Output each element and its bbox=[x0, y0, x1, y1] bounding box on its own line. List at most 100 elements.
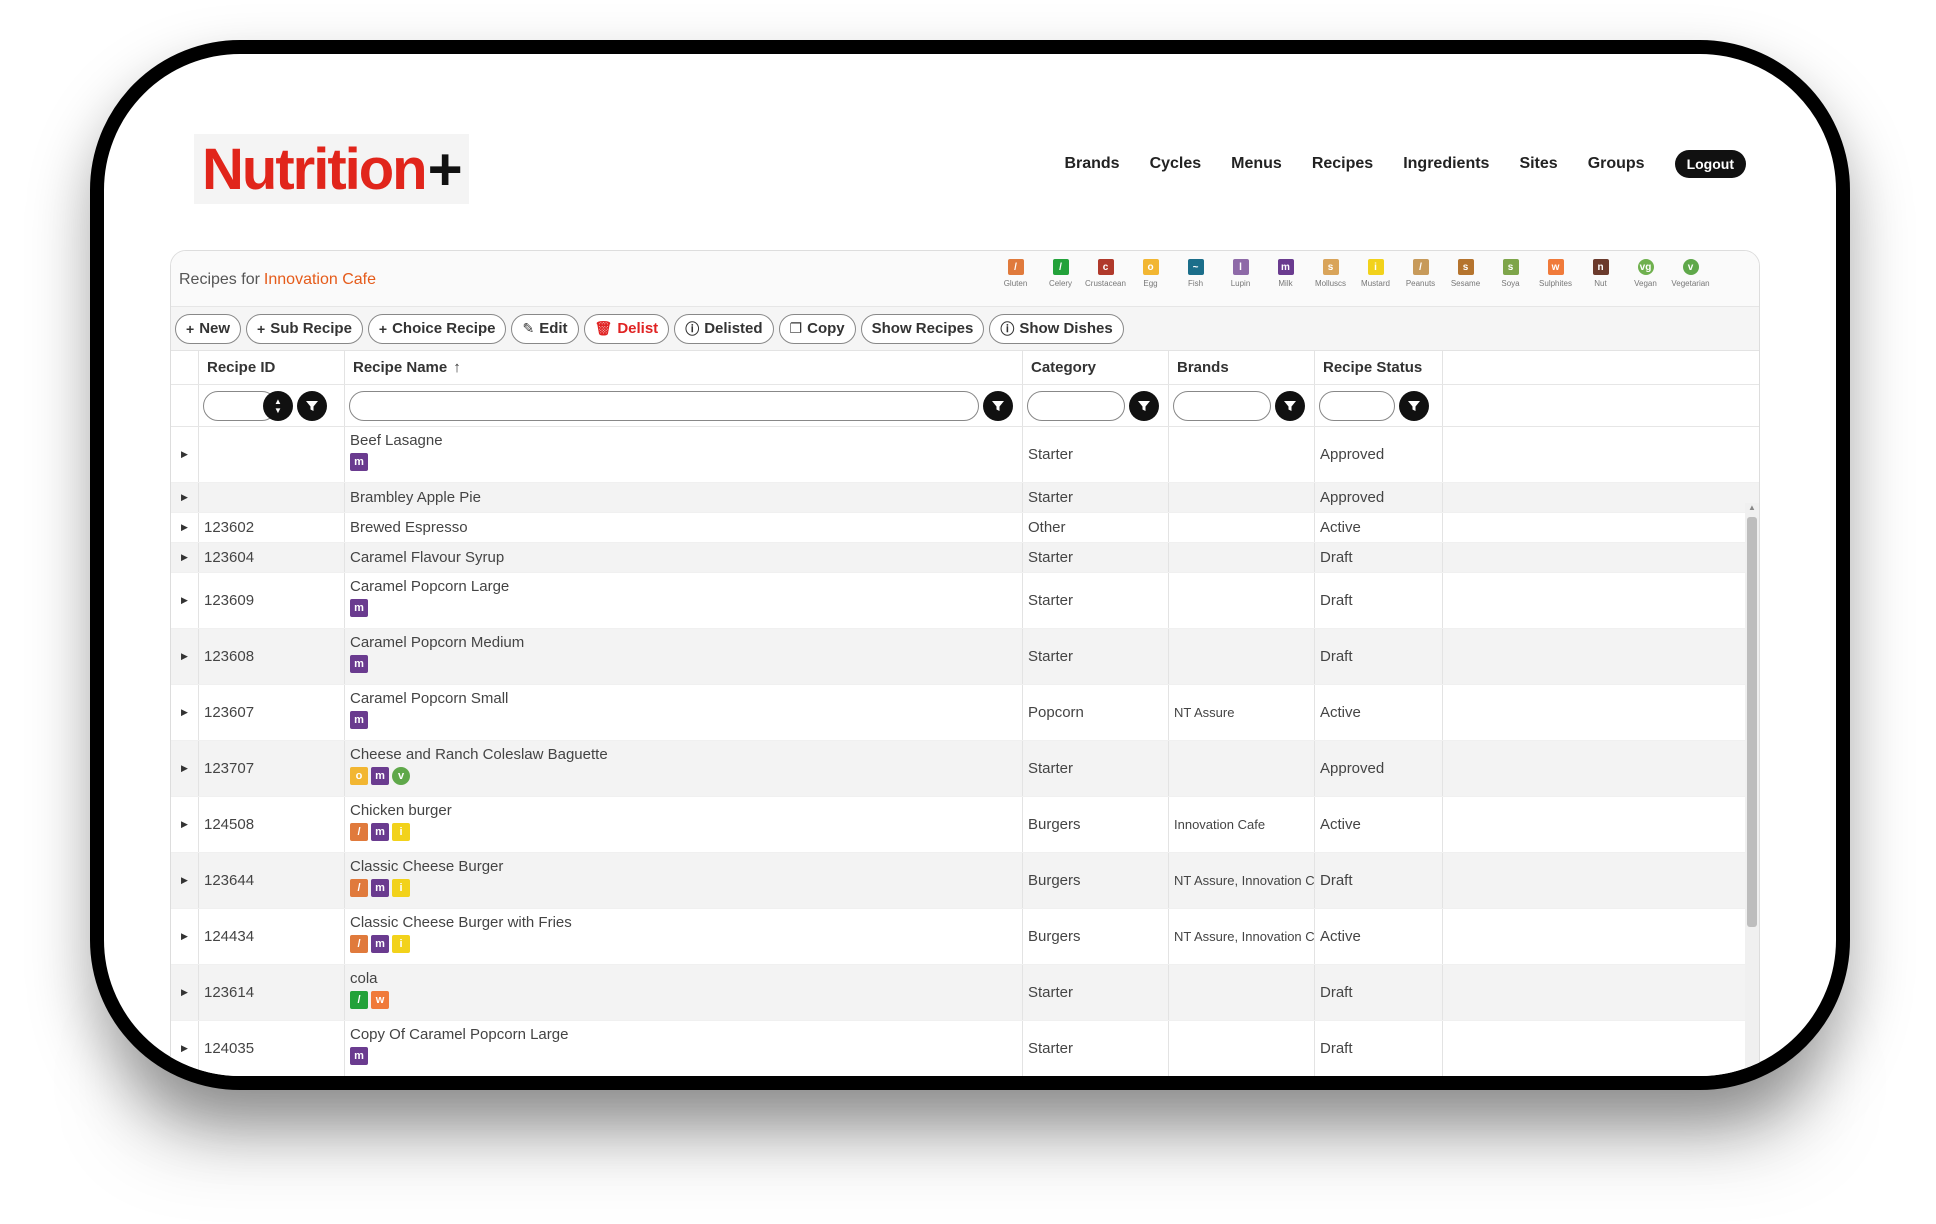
header-expand bbox=[171, 351, 199, 384]
vertical-scrollbar[interactable]: ▲ bbox=[1745, 503, 1759, 1076]
legend-label: Nut bbox=[1594, 279, 1607, 288]
scroll-up-icon[interactable]: ▲ bbox=[1748, 503, 1756, 512]
expand-row-icon[interactable]: ▶ bbox=[171, 797, 199, 852]
category-filter-input[interactable] bbox=[1027, 390, 1125, 421]
table-row[interactable]: ▶ 124035 Copy Of Caramel Popcorn Large m Sta… bbox=[171, 1021, 1759, 1076]
delisted-icon: ⓘ bbox=[685, 320, 700, 337]
delist-button[interactable]: 🗑 Delist bbox=[583, 313, 670, 344]
sub-recipe-button[interactable]: + Sub Recipe bbox=[246, 313, 363, 344]
expand-row-icon[interactable]: ▶ bbox=[171, 909, 199, 964]
expand-row-icon[interactable]: ▶ bbox=[171, 741, 199, 796]
cell-category: Starter bbox=[1023, 543, 1169, 572]
brands-filter-icon[interactable] bbox=[1275, 390, 1305, 421]
scrollbar-thumb[interactable] bbox=[1747, 517, 1757, 927]
table-row[interactable]: ▶ 123602 Brewed Espresso Other Active bbox=[171, 513, 1759, 543]
delisted-button-label: Delisted bbox=[704, 320, 763, 337]
recipe-name-filter-icon[interactable] bbox=[983, 390, 1013, 421]
header-recipe-name[interactable]: Recipe Name ↑ bbox=[345, 351, 1023, 384]
allergen-icons: / m i bbox=[350, 879, 410, 897]
recipe-name-text: Brambley Apple Pie bbox=[350, 489, 481, 506]
show-dishes-button-label: Show Dishes bbox=[1019, 320, 1113, 337]
allergen-icons: / m i bbox=[350, 823, 410, 841]
brands-filter-input[interactable] bbox=[1173, 390, 1271, 421]
legend-item-mustard: i Mustard bbox=[1353, 259, 1398, 288]
recipe-id-filter-icon[interactable] bbox=[297, 390, 327, 421]
table-row[interactable]: ▶ 123607 Caramel Popcorn Small m Popcorn NT A… bbox=[171, 685, 1759, 741]
recipe-name-text: cola bbox=[350, 970, 378, 987]
choice-recipe-button[interactable]: + Choice Recipe bbox=[367, 313, 507, 344]
table-row[interactable]: ▶ Brambley Apple Pie Starter Approved bbox=[171, 483, 1759, 513]
expand-row-icon[interactable]: ▶ bbox=[171, 1021, 199, 1076]
show-dishes-button[interactable]: ⓘ Show Dishes bbox=[989, 313, 1124, 344]
status-filter-icon[interactable] bbox=[1399, 390, 1429, 421]
soya-icon: s bbox=[1502, 259, 1519, 275]
expand-row-icon[interactable]: ▶ bbox=[171, 513, 199, 542]
legend-item-sulphites: w Sulphites bbox=[1533, 259, 1578, 288]
filter-brands bbox=[1169, 385, 1315, 426]
milk-icon: m bbox=[371, 935, 389, 953]
header-recipe-id[interactable]: Recipe ID bbox=[199, 351, 345, 384]
stepper-down-icon[interactable]: ▼ bbox=[274, 406, 282, 415]
legend-label: Vegan bbox=[1634, 279, 1657, 288]
nutrition-logo[interactable]: Nutrition + bbox=[194, 134, 469, 204]
cell-recipe-name: Brambley Apple Pie bbox=[345, 483, 1023, 512]
header-recipe-name-label: Recipe Name bbox=[353, 359, 448, 376]
expand-row-icon[interactable]: ▶ bbox=[171, 483, 199, 512]
show-recipes-button[interactable]: Show Recipes bbox=[860, 313, 985, 344]
mustard-icon: i bbox=[392, 879, 410, 897]
cell-category: Starter bbox=[1023, 741, 1169, 796]
expand-row-icon[interactable]: ▶ bbox=[171, 629, 199, 684]
logout-button[interactable]: Logout bbox=[1674, 150, 1746, 178]
new-button[interactable]: + New bbox=[175, 313, 242, 344]
nav-cycles[interactable]: Cycles bbox=[1150, 155, 1202, 173]
filter-category bbox=[1023, 385, 1169, 426]
cell-recipe-status: Approved bbox=[1315, 741, 1443, 796]
table-row[interactable]: ▶ 124508 Chicken burger / m i Burgers Innovatio… bbox=[171, 797, 1759, 853]
legend-label: Lupin bbox=[1230, 279, 1251, 288]
table-row[interactable]: ▶ Beef Lasagne m Starter Approved bbox=[171, 427, 1759, 483]
header-recipe-status[interactable]: Recipe Status bbox=[1315, 351, 1443, 384]
table-row[interactable]: ▶ 123614 cola / w Starter Draft bbox=[171, 965, 1759, 1021]
expand-row-icon[interactable]: ▶ bbox=[171, 543, 199, 572]
expand-row-icon[interactable]: ▶ bbox=[171, 853, 199, 908]
nav-sites[interactable]: Sites bbox=[1519, 155, 1557, 173]
expand-row-icon[interactable]: ▶ bbox=[171, 685, 199, 740]
table-row[interactable]: ▶ 123609 Caramel Popcorn Large m Starter Draf… bbox=[171, 573, 1759, 629]
cell-recipe-name: Classic Cheese Burger with Fries / m i bbox=[345, 909, 1023, 964]
header-brands[interactable]: Brands bbox=[1169, 351, 1315, 384]
panel-title-prefix: Recipes for bbox=[179, 271, 260, 288]
expand-row-icon[interactable]: ▶ bbox=[171, 965, 199, 1020]
legend-item-milk: m Milk bbox=[1263, 259, 1308, 288]
celery-icon: / bbox=[350, 991, 368, 1009]
recipe-id-stepper[interactable]: ▲ ▼ bbox=[263, 390, 293, 421]
expand-row-icon[interactable]: ▶ bbox=[171, 573, 199, 628]
fish-icon: ~ bbox=[1187, 259, 1204, 275]
legend-label: Molluscs bbox=[1314, 279, 1347, 288]
expand-row-icon[interactable]: ▶ bbox=[171, 427, 199, 482]
nav-groups[interactable]: Groups bbox=[1588, 155, 1645, 173]
table-row[interactable]: ▶ 124434 Classic Cheese Burger with Fries /… bbox=[171, 909, 1759, 965]
mustard-icon: i bbox=[1367, 259, 1384, 275]
nav-ingredients[interactable]: Ingredients bbox=[1403, 155, 1489, 173]
edit-button[interactable]: ✎ Edit bbox=[511, 313, 579, 344]
nav-menus[interactable]: Menus bbox=[1231, 155, 1282, 173]
header-category[interactable]: Category bbox=[1023, 351, 1169, 384]
legend-item-vegetarian: v Vegetarian bbox=[1668, 259, 1713, 288]
table-row[interactable]: ▶ 123608 Caramel Popcorn Medium m Starter Dra… bbox=[171, 629, 1759, 685]
delisted-button[interactable]: ⓘ Delisted bbox=[674, 313, 774, 344]
nav-brands[interactable]: Brands bbox=[1064, 155, 1119, 173]
table-row[interactable]: ▶ 123707 Cheese and Ranch Coleslaw Baguett… bbox=[171, 741, 1759, 797]
gluten-icon: / bbox=[350, 879, 368, 897]
legend-label: Crustacean bbox=[1085, 279, 1126, 288]
panel-header: Recipes for Innovation Cafe / Gluten / Celer… bbox=[171, 251, 1759, 307]
cell-category: Burgers bbox=[1023, 909, 1169, 964]
recipe-name-filter-input[interactable] bbox=[349, 390, 979, 421]
category-filter-icon[interactable] bbox=[1129, 390, 1159, 421]
table-row[interactable]: ▶ 123644 Classic Cheese Burger / m i Burgers NT… bbox=[171, 853, 1759, 909]
stepper-up-icon[interactable]: ▲ bbox=[274, 397, 282, 406]
copy-button[interactable]: ❐ Copy bbox=[778, 313, 856, 344]
nav-recipes[interactable]: Recipes bbox=[1312, 155, 1373, 173]
table-row[interactable]: ▶ 123604 Caramel Flavour Syrup Starter Draft bbox=[171, 543, 1759, 573]
sort-ascending-icon[interactable]: ↑ bbox=[453, 359, 461, 376]
status-filter-input[interactable] bbox=[1319, 390, 1395, 421]
